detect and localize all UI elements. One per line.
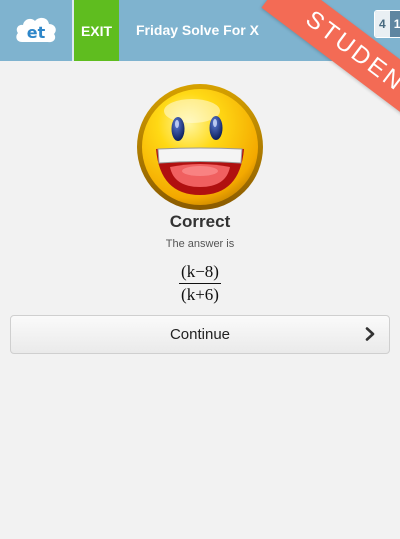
continue-button[interactable]: Continue <box>10 315 390 354</box>
exit-button[interactable]: EXIT <box>74 0 119 61</box>
result-subtext: The answer is <box>165 238 235 250</box>
result-heading: Correct <box>169 212 231 231</box>
fraction-denominator: (k+6) <box>181 285 219 304</box>
answer-fraction: (k−8) (k+6) <box>0 262 400 305</box>
logo[interactable]: et <box>0 0 72 61</box>
svg-text:et: et <box>27 23 46 42</box>
laughing-smiley-icon <box>137 84 263 210</box>
continue-label: Continue <box>169 326 231 343</box>
et-logo-icon: et <box>16 17 56 42</box>
ribbon-label: STUDENT <box>261 0 400 120</box>
chevron-right-icon <box>365 327 375 341</box>
fraction-numerator: (k−8) <box>179 262 221 284</box>
student-ribbon: STUDENT <box>240 0 400 120</box>
